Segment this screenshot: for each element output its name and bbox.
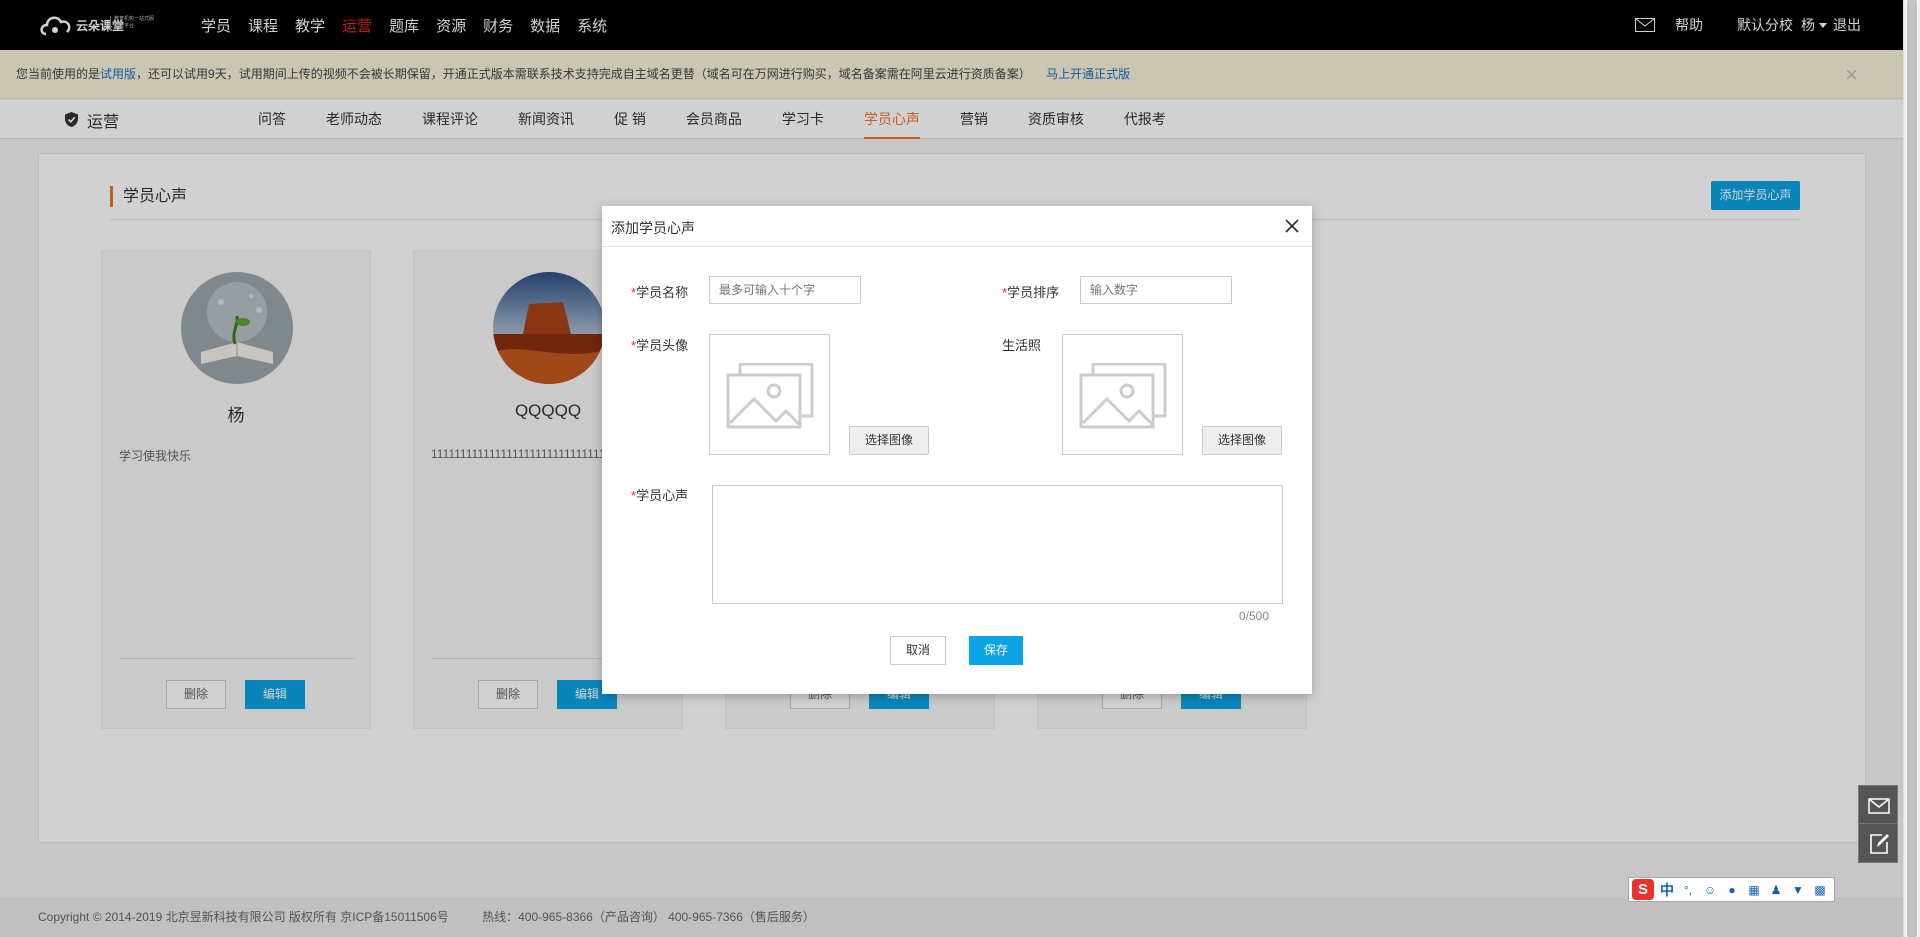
pick-avatar-button[interactable]: 选择图像 bbox=[849, 426, 929, 455]
student-name-input[interactable] bbox=[709, 276, 861, 304]
avatar-preview[interactable] bbox=[709, 334, 830, 455]
voice-label-text: 学员心声 bbox=[636, 488, 689, 503]
cancel-button[interactable]: 取消 bbox=[890, 636, 946, 665]
pick-life-photo-button[interactable]: 选择图像 bbox=[1202, 426, 1282, 455]
char-counter: 0/500 bbox=[1238, 609, 1269, 623]
name-label: *学员名称 bbox=[631, 285, 689, 300]
dialog-title: 添加学员心声 bbox=[611, 220, 695, 236]
user-icon[interactable]: ♟ bbox=[1767, 883, 1785, 897]
microphone-icon[interactable]: ● bbox=[1723, 883, 1741, 897]
avatar-label-text: 学员头像 bbox=[636, 338, 689, 353]
keyboard-icon[interactable]: ▦ bbox=[1745, 883, 1763, 897]
life-photo-preview[interactable] bbox=[1062, 334, 1183, 455]
ime-toolbar[interactable]: S 中 °, ☺ ● ▦ ♟ ▼ ▩ bbox=[1628, 877, 1835, 902]
toolbox-icon[interactable]: ▩ bbox=[1811, 883, 1829, 897]
avatar-label: *学员头像 bbox=[631, 338, 689, 353]
scrollbar[interactable] bbox=[1903, 0, 1920, 937]
save-button[interactable]: 保存 bbox=[969, 636, 1023, 665]
skin-icon[interactable]: ▼ bbox=[1789, 883, 1807, 897]
order-label-text: 学员排序 bbox=[1007, 285, 1060, 300]
feedback-tool[interactable] bbox=[1858, 823, 1898, 863]
ime-mode[interactable]: 中 bbox=[1660, 880, 1674, 900]
image-placeholder-icon bbox=[726, 363, 814, 429]
close-icon[interactable] bbox=[1284, 218, 1300, 234]
order-label: *学员排序 bbox=[1002, 285, 1060, 300]
student-order-input[interactable] bbox=[1080, 276, 1232, 304]
dialog-header: 添加学员心声 bbox=[602, 206, 1312, 247]
sogou-icon[interactable]: S bbox=[1632, 879, 1654, 900]
student-voice-textarea[interactable] bbox=[712, 485, 1283, 604]
voice-label: *学员心声 bbox=[631, 488, 689, 503]
scrollbar-thumb[interactable] bbox=[1907, 0, 1917, 937]
add-voice-dialog: 添加学员心声 *学员名称 *学员排序 *学员头像 选择图像 生活照 选择图像 *… bbox=[602, 206, 1312, 694]
mail-icon bbox=[1868, 798, 1890, 814]
punctuation-icon[interactable]: °, bbox=[1679, 883, 1697, 897]
edit-icon bbox=[1870, 834, 1889, 854]
image-placeholder-icon bbox=[1079, 363, 1167, 429]
message-tool[interactable] bbox=[1858, 785, 1898, 825]
name-label-text: 学员名称 bbox=[636, 285, 689, 300]
life-photo-label: 生活照 bbox=[1002, 338, 1042, 353]
emoji-icon[interactable]: ☺ bbox=[1701, 883, 1719, 897]
